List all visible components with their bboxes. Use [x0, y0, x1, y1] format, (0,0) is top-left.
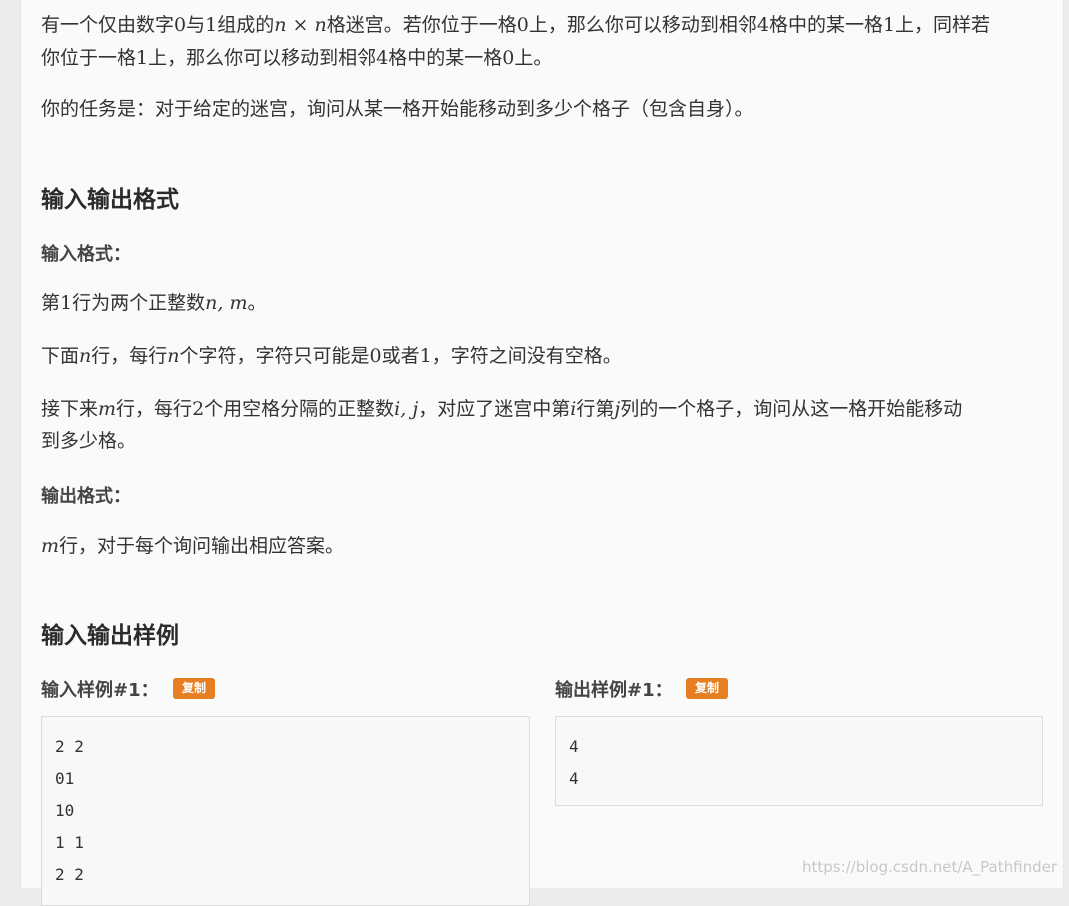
output-format-line: m行，对于每个询问输出相应答案。 — [41, 535, 345, 557]
output-format-label: 输出格式： — [41, 486, 131, 507]
task-text: 你的任务是：对于给定的迷宫，询问从某一格开始能移动到多少个格子（包含自身）。 — [41, 98, 754, 120]
watermark-text: https://blog.csdn.net/A_Pathfinder — [801, 858, 1057, 876]
input-format-line-3-cont: 到多少格。 — [41, 430, 137, 452]
io-format-heading: 输入输出格式 — [41, 187, 179, 213]
problem-card: 有一个仅由数字0与1组成的n × n格迷宫。若你位于一格0上，那么你可以移动到相… — [20, 0, 1064, 906]
code-line: 4 — [569, 769, 579, 788]
samples-heading: 输入输出样例 — [41, 623, 179, 649]
sample-output-label: 输出样例#1： — [555, 680, 673, 701]
input-format-line-2: 下面n行，每行n个字符，字符只可能是0或者1，字符之间没有空格。 — [41, 345, 622, 367]
code-line: 10 — [55, 801, 75, 820]
input-format-label: 输入格式： — [41, 244, 131, 265]
input-format-line-1: 第1行为两个正整数n, m。 — [41, 292, 267, 314]
sample-input-box[interactable]: 2 2 01 10 1 1 2 2 — [41, 716, 530, 906]
code-line: 01 — [55, 769, 75, 788]
copy-input-button[interactable]: 复制 — [173, 678, 216, 699]
description-line-1: 有一个仅由数字0与1组成的n × n格迷宫。若你位于一格0上，那么你可以移动到相… — [41, 14, 991, 36]
code-line: 4 — [569, 737, 579, 756]
code-line: 2 2 — [55, 865, 84, 884]
copy-output-button[interactable]: 复制 — [686, 678, 729, 699]
sample-input-label: 输入样例#1： — [41, 680, 159, 701]
code-line: 1 1 — [55, 833, 84, 852]
description-line-2: 你位于一格1上，那么你可以移动到相邻4格中的某一格0上。 — [41, 47, 553, 69]
code-line: 2 2 — [55, 737, 84, 756]
sample-output-box[interactable]: 4 4 — [555, 716, 1043, 806]
input-format-line-3: 接下来m行，每行2个用空格分隔的正整数i, j，对应了迷宫中第i行第j列的一个格… — [41, 398, 963, 420]
